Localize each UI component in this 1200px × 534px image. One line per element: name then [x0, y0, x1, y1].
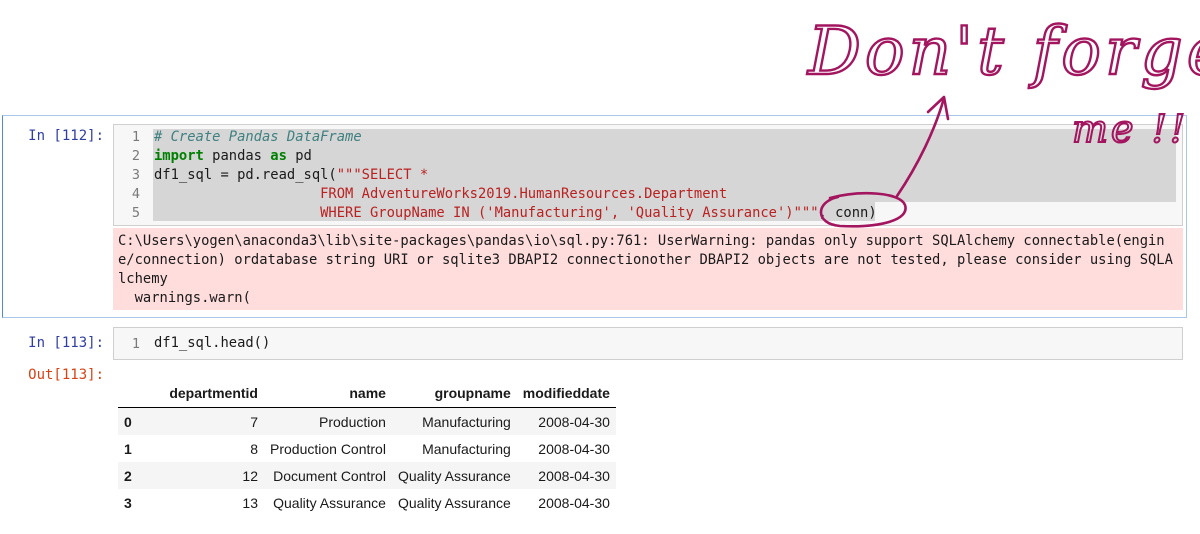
table-row: 2 12 Document Control Quality Assurance … — [118, 462, 616, 489]
cell-modifieddate: 2008-04-30 — [538, 413, 610, 430]
cell-departmentid: 8 — [250, 440, 258, 457]
row-index: 2 — [124, 467, 132, 484]
cell-departmentid: 7 — [250, 413, 258, 430]
table-row: 3 13 Quality Assurance Quality Assurance… — [118, 489, 616, 516]
code-line: WHERE GroupName IN ('Manufacturing', 'Qu… — [154, 205, 877, 221]
line-number: 2 — [131, 148, 140, 164]
code-line: df1_sql = pd.read_sql("""SELECT * — [154, 167, 428, 183]
row-index: 1 — [124, 440, 132, 457]
line-number: 3 — [131, 167, 140, 183]
code-token: as — [270, 148, 287, 164]
code-token: WHERE GroupName IN ('Manufacturing', 'Qu… — [154, 205, 819, 221]
stderr-warning-output: C:\Users\yogen\anaconda3\lib\site-packag… — [113, 228, 1183, 310]
code-line: # Create Pandas DataFrame — [154, 129, 362, 145]
index-header — [118, 379, 154, 408]
row-index: 3 — [124, 494, 132, 511]
column-header: modifieddate — [516, 379, 616, 408]
warning-line: C:\Users\yogen\anaconda3\lib\site-packag… — [118, 233, 1165, 249]
cell-modifieddate: 2008-04-30 — [538, 494, 610, 511]
table-row: 1 8 Production Control Manufacturing 200… — [118, 435, 616, 462]
code-line: FROM AdventureWorks2019.HumanResources.D… — [154, 186, 727, 202]
annotation-text-line1: Don't forget — [807, 13, 1200, 90]
line-number: 5 — [131, 205, 140, 221]
code-token: # Create Pandas DataFrame — [154, 129, 362, 145]
input-prompt-112: In [112]: — [28, 128, 104, 144]
column-header: name — [264, 379, 392, 408]
code-token: FROM AdventureWorks2019.HumanResources.D… — [154, 186, 728, 202]
code-editor-113[interactable]: 1 df1_sql.head() — [113, 327, 1183, 360]
code-token: pd — [286, 148, 312, 164]
output-prompt-113: Out[113]: — [28, 367, 104, 383]
code-line: import pandas as pd — [154, 148, 312, 164]
code-editor-112[interactable]: 1 2 3 4 5 # Create Pandas DataFrame impor… — [113, 124, 1183, 226]
cell-groupname: Quality Assurance — [397, 467, 511, 484]
column-header: departmentid — [154, 379, 264, 408]
line-number-gutter: 1 2 3 4 5 — [114, 125, 148, 225]
cell-modifieddate: 2008-04-30 — [538, 467, 610, 484]
input-prompt-113: In [113]: — [28, 335, 104, 351]
cell-departmentid: 13 — [242, 494, 258, 511]
warning-line: e/connection) ordatabase string URI or s… — [118, 252, 1173, 268]
line-number: 4 — [131, 186, 140, 202]
code-line: df1_sql.head() — [154, 335, 271, 351]
dataframe-table: departmentid name groupname modifieddate… — [118, 379, 616, 516]
code-token: , conn) — [818, 205, 877, 221]
table-header-row: departmentid name groupname modifieddate — [118, 379, 616, 408]
cell-name: Quality Assurance — [273, 494, 386, 511]
cell-groupname: Quality Assurance — [397, 494, 511, 511]
cell-departmentid: 12 — [242, 467, 258, 484]
line-number: 1 — [131, 336, 140, 352]
line-number: 1 — [131, 129, 140, 145]
warning-line: lchemy — [118, 271, 168, 287]
cell-groupname: Manufacturing — [422, 413, 511, 430]
cell-name: Production Control — [270, 440, 386, 457]
code-token: import — [154, 148, 204, 164]
code-token: pandas — [203, 148, 271, 164]
code-token: df1_sql = pd.read_sql( — [154, 167, 337, 183]
code-token: """SELECT * — [336, 167, 429, 183]
row-index: 0 — [124, 413, 132, 430]
cell-groupname: Manufacturing — [422, 440, 511, 457]
cell-modifieddate: 2008-04-30 — [538, 440, 610, 457]
warning-line: warnings.warn( — [118, 290, 251, 306]
cell-name: Production — [319, 413, 386, 430]
cell-name: Document Control — [273, 467, 386, 484]
column-header: groupname — [391, 379, 517, 408]
table-row: 0 7 Production Manufacturing 2008-04-30 — [118, 407, 616, 435]
